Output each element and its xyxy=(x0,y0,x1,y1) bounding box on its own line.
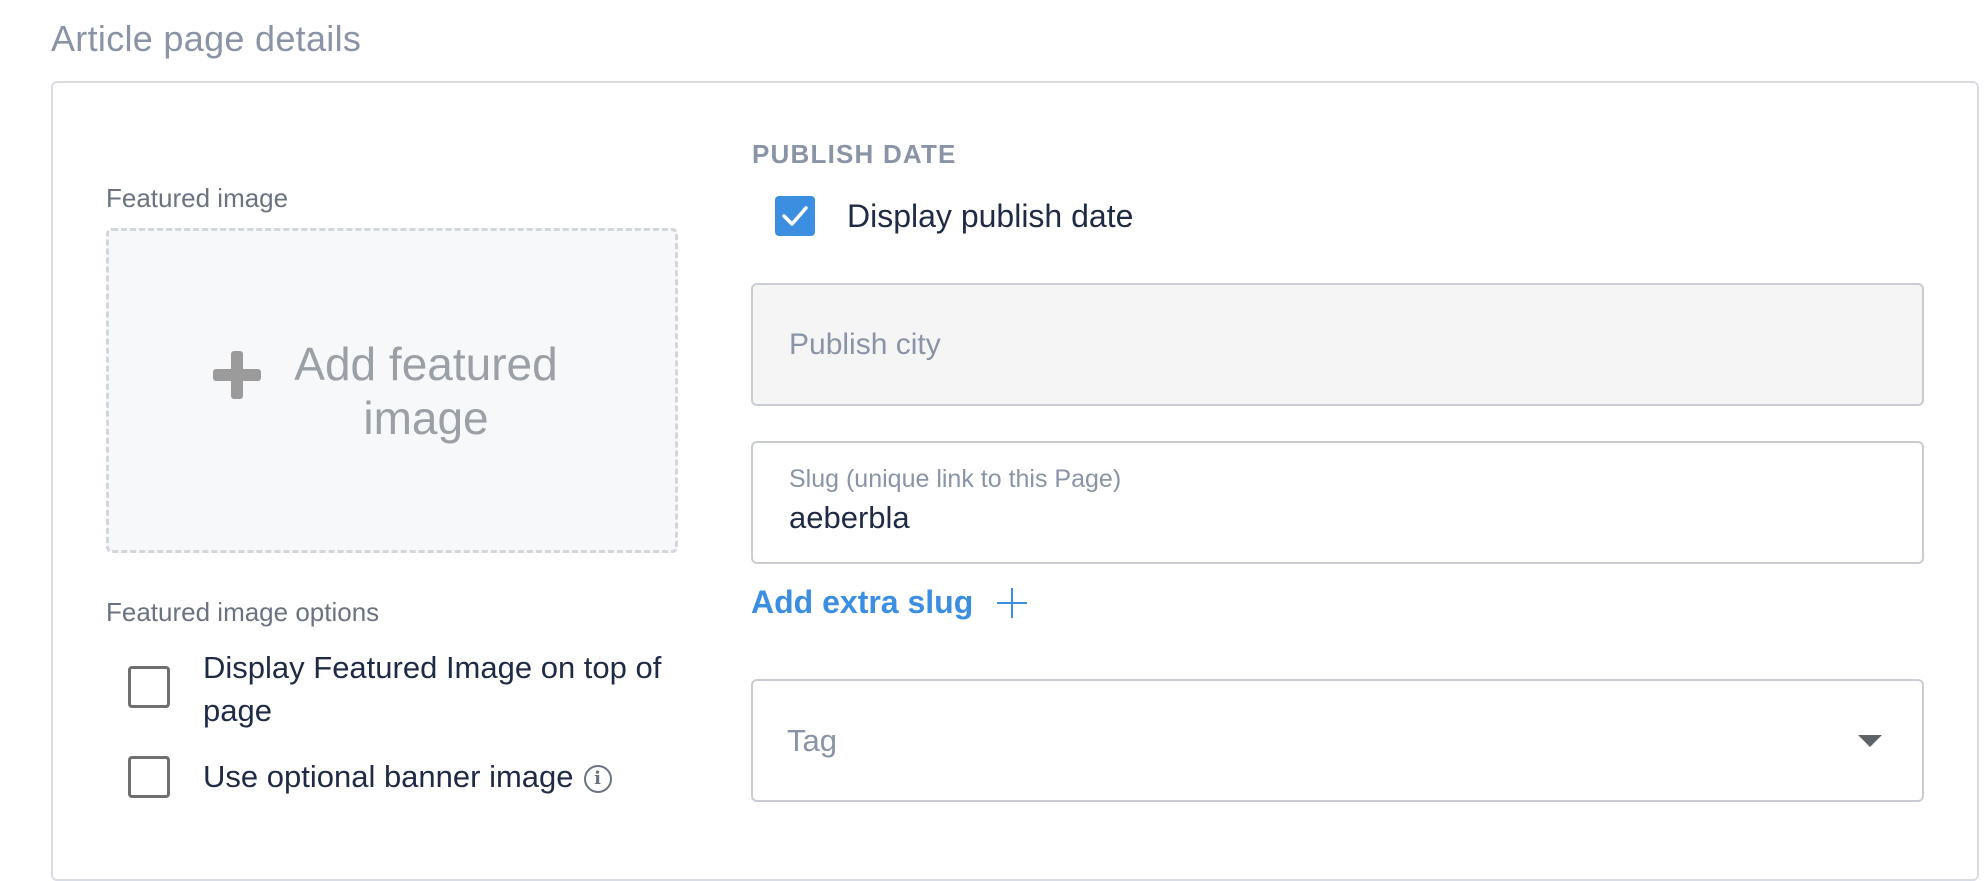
banner-image-label-wrap: Use optional banner image i xyxy=(203,755,612,798)
banner-image-label: Use optional banner image xyxy=(203,759,574,794)
info-icon[interactable]: i xyxy=(583,764,612,793)
plus-icon xyxy=(213,350,261,399)
add-extra-slug-label: Add extra slug xyxy=(751,584,974,620)
publish-date-heading: PUBLISH DATE xyxy=(752,139,957,169)
plus-icon xyxy=(997,587,1028,618)
slug-label: Slug (unique link to this Page) xyxy=(789,465,1122,493)
banner-image-checkbox[interactable] xyxy=(128,755,170,798)
featured-image-dropzone[interactable]: Add featured image xyxy=(106,228,678,553)
display-publish-date-option: Display publish date xyxy=(775,196,1133,236)
display-publish-date-checkbox[interactable] xyxy=(775,196,815,236)
tag-select[interactable]: Tag xyxy=(751,679,1924,802)
dropzone-content: Add featured image xyxy=(213,337,571,445)
slug-value: aeberbla xyxy=(789,500,910,535)
display-featured-image-checkbox[interactable] xyxy=(128,666,170,708)
featured-image-label: Featured image xyxy=(106,183,289,213)
display-featured-image-option: Display Featured Image on top of page xyxy=(128,646,693,732)
add-extra-slug-button[interactable]: Add extra slug xyxy=(751,584,1028,621)
add-featured-image-text: Add featured image xyxy=(294,337,558,444)
section-title: Article page details xyxy=(51,18,362,59)
publish-city-input[interactable]: Publish city xyxy=(751,283,1924,406)
tag-placeholder: Tag xyxy=(787,722,837,758)
featured-image-options-label: Featured image options xyxy=(106,597,380,627)
display-publish-date-label: Display publish date xyxy=(847,197,1134,234)
publish-city-placeholder: Publish city xyxy=(789,327,941,361)
chevron-down-icon xyxy=(1858,734,1882,747)
checkmark-icon xyxy=(782,206,808,226)
slug-input[interactable]: Slug (unique link to this Page) aeberbla xyxy=(751,441,1924,564)
display-featured-image-label: Display Featured Image on top of page xyxy=(203,650,662,728)
banner-image-option: Use optional banner image i xyxy=(128,755,612,798)
